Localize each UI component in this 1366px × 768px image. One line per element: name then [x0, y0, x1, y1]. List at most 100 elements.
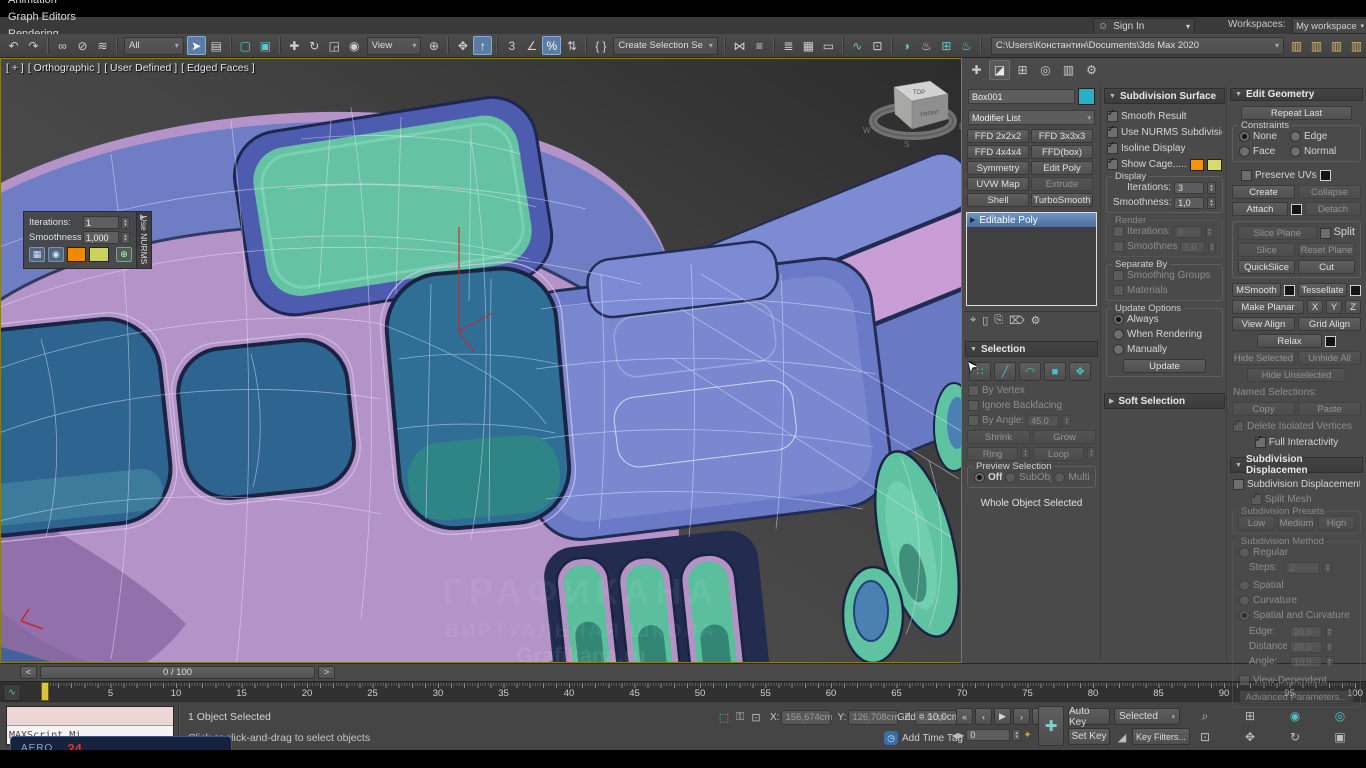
- toolbar-icon[interactable]: [230, 37, 232, 54]
- zoom-extents-all-icon[interactable]: ◎: [1331, 708, 1349, 724]
- maxscript-macro-row[interactable]: [7, 707, 173, 726]
- key-mode-toggle-icon[interactable]: ✦: [1023, 730, 1031, 741]
- modifier-button[interactable]: Extrude: [1031, 177, 1093, 191]
- render-smoothness-checkbox[interactable]: [1113, 241, 1124, 252]
- tessellate-button[interactable]: Tessellate: [1298, 283, 1347, 297]
- show-cage-checkbox[interactable]: [1107, 159, 1118, 170]
- display-smoothness-field[interactable]: 1,0: [1174, 197, 1204, 209]
- advanced-parameters-button[interactable]: Advanced Parameters...: [1239, 690, 1354, 704]
- percent-snap-icon[interactable]: %: [542, 36, 561, 55]
- msmooth-settings-icon[interactable]: [1284, 285, 1295, 296]
- track-bar[interactable]: ∿ 05101520253035404550556065707580859095…: [0, 681, 1366, 701]
- next-frame-arrow[interactable]: >: [318, 666, 335, 679]
- viewport-canvas[interactable]: ГРАФИКАНА ВИРТУАЛЬНАЯ ШКОЛА Grafikana.ru…: [1, 59, 961, 662]
- select-and-link-icon[interactable]: ∞: [53, 36, 72, 55]
- modifier-button[interactable]: FFD 2x2x2: [967, 129, 1029, 143]
- display-iterations-spinner[interactable]: [1207, 182, 1216, 194]
- constraint-normal-radio[interactable]: [1290, 146, 1301, 157]
- subobject-polygon-icon[interactable]: ■: [1044, 362, 1066, 381]
- preset-high-button[interactable]: High: [1318, 516, 1355, 530]
- caddy-cage-color-swatch[interactable]: [67, 247, 87, 262]
- by-angle-field[interactable]: 45,0: [1027, 415, 1059, 427]
- keyboard-shortcut-override-icon[interactable]: ↑: [473, 36, 492, 55]
- select-and-scale-icon[interactable]: ◲: [325, 36, 344, 55]
- rollout-arrow-icon[interactable]: ▼: [1235, 91, 1242, 98]
- recent-file-icon-4[interactable]: ▥: [1347, 36, 1366, 55]
- tab-motion-icon[interactable]: ◎: [1035, 60, 1056, 80]
- project-folder-dropdown[interactable]: C:\Users\Константин\Documents\3ds Max 20…: [991, 37, 1284, 55]
- viewport-label-segment[interactable]: [ + ]: [6, 62, 24, 74]
- render-smoothness-spinner[interactable]: [1208, 241, 1216, 253]
- distance-spinner[interactable]: [1325, 641, 1334, 653]
- maximize-viewport-icon[interactable]: ▣: [1331, 729, 1349, 745]
- modifier-button[interactable]: FFD 4x4x4: [967, 145, 1029, 159]
- hide-selected-button[interactable]: Hide Selected: [1232, 351, 1295, 365]
- pan-icon[interactable]: ✥: [1241, 729, 1259, 745]
- use-nurms-checkbox[interactable]: [1107, 127, 1118, 138]
- make-planar-y-button[interactable]: Y: [1326, 300, 1342, 314]
- preview-subobj-radio[interactable]: [1005, 472, 1016, 483]
- quickslice-button[interactable]: QuickSlice: [1238, 260, 1295, 274]
- display-smoothness-spinner[interactable]: [1207, 197, 1216, 209]
- constraint-none-radio[interactable]: [1239, 131, 1250, 142]
- caddy-apply-icon[interactable]: ▦: [29, 247, 45, 262]
- render-iterations-spinner[interactable]: [1205, 226, 1214, 238]
- play-button[interactable]: ▶: [994, 708, 1011, 725]
- snaps-toggle-icon[interactable]: 3: [502, 36, 521, 55]
- update-always-radio[interactable]: [1113, 314, 1124, 325]
- caddy-ok-icon[interactable]: ⊕: [116, 247, 132, 262]
- repeat-last-button[interactable]: Repeat Last: [1241, 106, 1352, 120]
- selection-filter-dropdown[interactable]: All▾: [124, 37, 184, 55]
- toolbar-icon[interactable]: [980, 37, 982, 54]
- modifier-button[interactable]: TurboSmooth: [1031, 193, 1093, 207]
- make-planar-z-button[interactable]: Z: [1345, 300, 1361, 314]
- selection-lock-icon[interactable]: ⚿: [732, 709, 748, 725]
- render-iterations-field[interactable]: 0: [1174, 226, 1202, 238]
- subobject-edge-icon[interactable]: ╱: [994, 362, 1016, 381]
- curve-editor-icon[interactable]: ∿: [848, 36, 867, 55]
- shrink-button[interactable]: Shrink: [967, 430, 1030, 444]
- edit-geometry-rollout-header[interactable]: Edit Geometry: [1246, 89, 1314, 100]
- x-coordinate-field[interactable]: 156,674cm: [781, 710, 831, 725]
- edge-field[interactable]: 20,0: [1290, 626, 1322, 638]
- go-to-start-button[interactable]: «: [956, 708, 973, 725]
- configure-modifier-sets-icon[interactable]: ⚙: [1031, 314, 1041, 327]
- toolbar-icon[interactable]: [116, 37, 118, 54]
- ring-spinner[interactable]: [1021, 447, 1030, 459]
- modifier-button[interactable]: FFD 3x3x3: [1031, 129, 1093, 143]
- use-pivot-point-center-icon[interactable]: ⊕: [424, 36, 443, 55]
- toolbar-icon[interactable]: [47, 37, 49, 54]
- viewport-label-segment[interactable]: [ Orthographic ]: [28, 62, 100, 74]
- sign-in-dropdown[interactable]: ☺ Sign In ▾: [1093, 18, 1195, 35]
- undo-icon[interactable]: ↶: [4, 36, 23, 55]
- modifier-list-dropdown[interactable]: Modifier List▾: [968, 110, 1095, 125]
- update-when-rendering-radio[interactable]: [1113, 329, 1124, 340]
- toolbar-icon[interactable]: [447, 37, 449, 54]
- render-smoothness-field[interactable]: 1,0: [1180, 241, 1205, 253]
- cage-selected-color-swatch[interactable]: [1207, 159, 1222, 171]
- make-planar-button[interactable]: Make Planar: [1232, 300, 1304, 314]
- expand-arrow-icon[interactable]: ▶: [970, 216, 975, 224]
- relax-button[interactable]: Relax: [1257, 334, 1322, 348]
- preset-low-button[interactable]: Low: [1238, 516, 1275, 530]
- spinner-snap-icon[interactable]: ⇅: [562, 36, 581, 55]
- caddy-smoothness-spinner[interactable]: [121, 232, 130, 244]
- toolbar-icon[interactable]: [279, 37, 281, 54]
- viewport-label-segment[interactable]: [ User Defined ]: [104, 62, 177, 74]
- regular-radio[interactable]: [1239, 547, 1250, 558]
- materials-checkbox[interactable]: [1113, 285, 1124, 296]
- grow-button[interactable]: Grow: [1033, 430, 1096, 444]
- object-name-field[interactable]: Box001: [968, 89, 1075, 104]
- modifier-button[interactable]: Edit Poly: [1031, 161, 1093, 175]
- edge-spinner[interactable]: [1325, 626, 1334, 638]
- rollout-arrow-icon[interactable]: ▼: [1235, 462, 1242, 469]
- by-angle-spinner[interactable]: [1062, 415, 1071, 427]
- remove-modifier-icon[interactable]: ⌦: [1009, 314, 1025, 327]
- modifier-button[interactable]: FFD(box): [1031, 145, 1093, 159]
- frame-spinner[interactable]: [1012, 729, 1021, 741]
- tab-hierarchy-icon[interactable]: ⊞: [1012, 60, 1033, 80]
- attach-settings-icon[interactable]: [1291, 204, 1302, 215]
- rendered-frame-window-icon[interactable]: ⊞: [937, 36, 956, 55]
- bind-to-space-warp-icon[interactable]: ≋: [93, 36, 112, 55]
- create-button[interactable]: Create: [1232, 185, 1295, 199]
